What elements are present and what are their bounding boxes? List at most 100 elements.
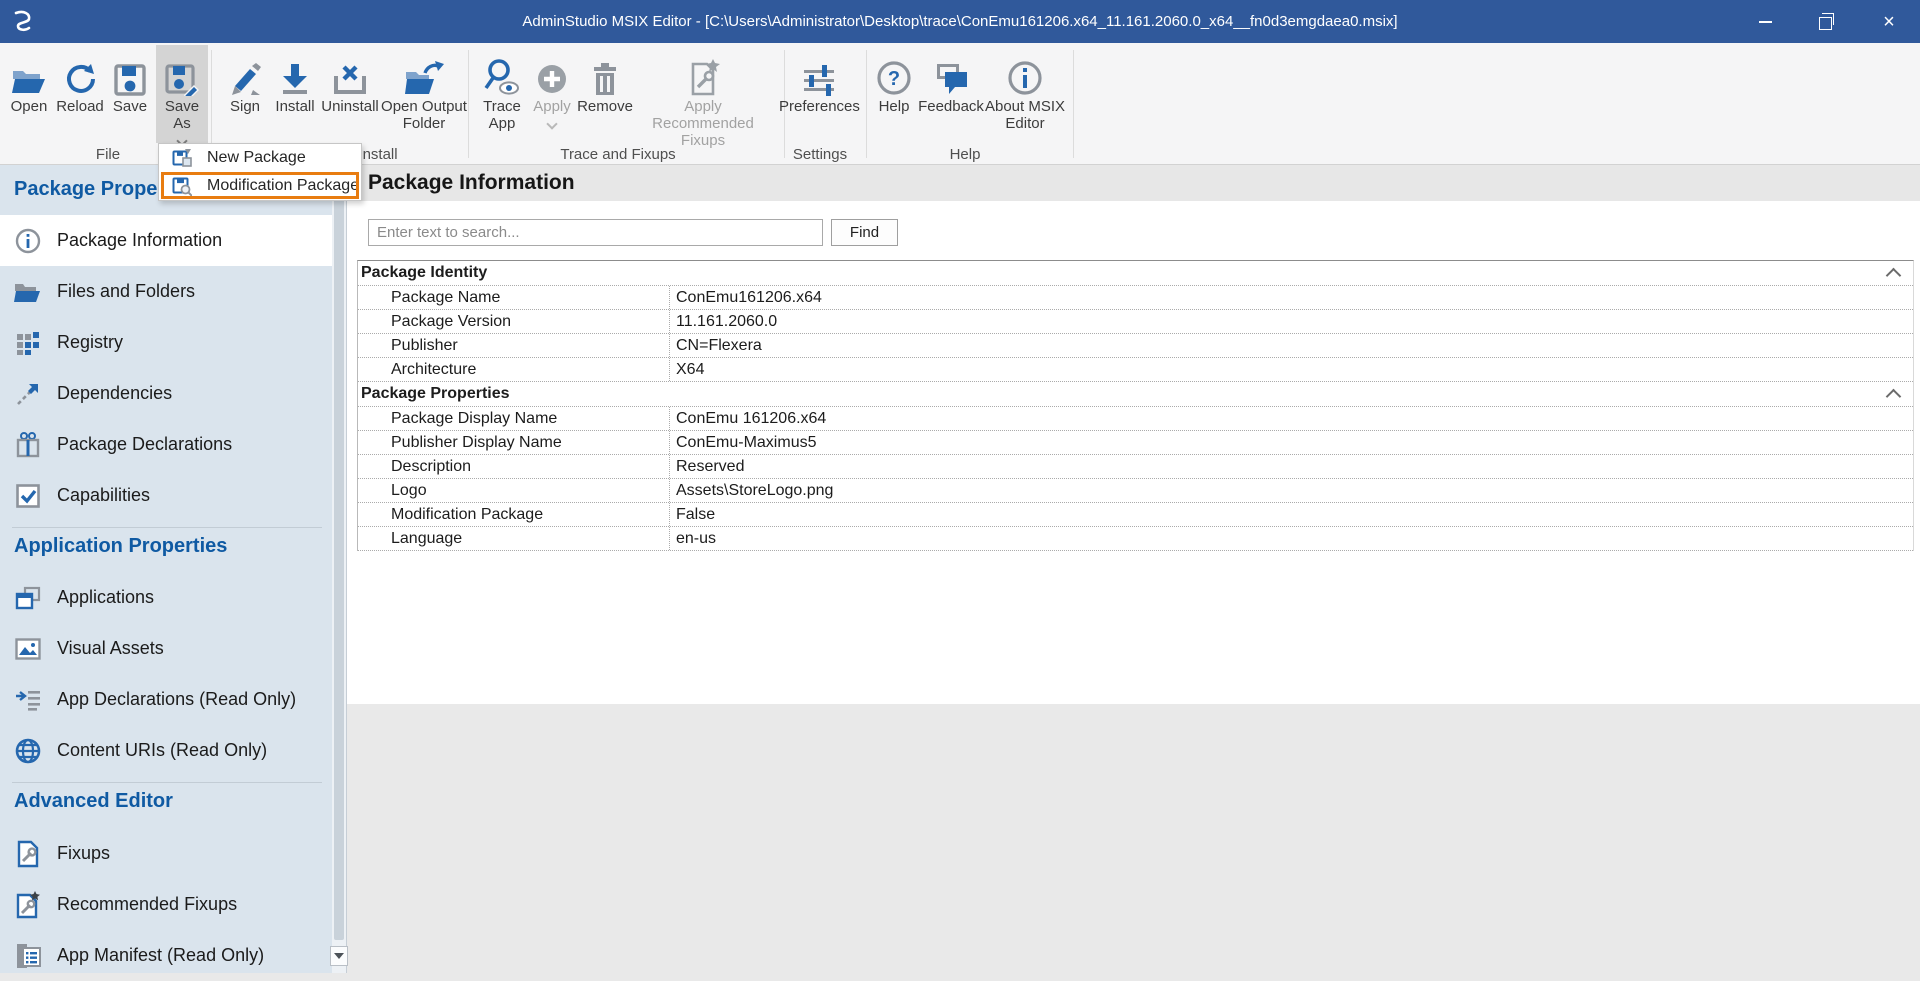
uninstall-button[interactable]: Uninstall <box>319 48 381 115</box>
search-input[interactable] <box>368 219 823 246</box>
open-output-folder-icon <box>377 48 471 98</box>
preferences-sliders-icon <box>779 48 859 98</box>
install-button[interactable]: Install <box>269 48 321 115</box>
fixups-wrench-icon <box>14 840 41 868</box>
feedback-icon <box>918 48 984 98</box>
sidebar-item-app-declarations[interactable]: App Declarations (Read Only) <box>0 674 332 725</box>
ribbon-divider <box>468 50 469 158</box>
table-row-publisher: Publisher CN=Flexera <box>358 334 1913 358</box>
remove-trash-icon <box>576 48 634 98</box>
table-row-modification-package: Modification Package False <box>358 503 1913 527</box>
ribbon-group-settings: Settings <box>793 146 847 163</box>
apply-plus-icon <box>528 48 576 98</box>
minimize-icon <box>1759 21 1772 23</box>
open-output-folder-button[interactable]: Open Output Folder <box>377 48 471 132</box>
table-row-package-version: Package Version 11.161.2060.0 <box>358 310 1913 334</box>
preferences-button[interactable]: Preferences <box>779 48 859 115</box>
sidebar-separator <box>12 782 322 783</box>
sidebar-item-registry[interactable]: Registry <box>0 317 332 368</box>
apply-button[interactable]: Apply <box>528 48 576 132</box>
table-row-package-display-name: Package Display Name ConEmu 161206.x64 <box>358 407 1913 431</box>
help-button[interactable]: ? Help <box>872 48 916 115</box>
ribbon-group-file: File <box>96 146 120 163</box>
globe-icon <box>14 738 41 764</box>
sidebar-scroll-down-button[interactable] <box>330 946 348 966</box>
title-bar: AdminStudio MSIX Editor - [C:\Users\Admi… <box>0 0 1920 43</box>
open-folder-icon <box>6 48 52 98</box>
find-button[interactable]: Find <box>831 219 898 246</box>
sidebar-item-fixups[interactable]: Fixups <box>0 828 332 879</box>
sidebar-item-package-information[interactable]: Package Information <box>0 215 332 266</box>
registry-icon <box>14 331 41 355</box>
sidebar-header-advanced-editor: Advanced Editor <box>14 790 173 813</box>
checkbox-icon <box>14 484 41 508</box>
sidebar-item-files-and-folders[interactable]: Files and Folders <box>0 266 332 317</box>
save-as-icon <box>156 48 208 98</box>
ribbon-group-help: Help <box>950 146 981 163</box>
sidebar-separator <box>12 527 322 528</box>
save-as-dropdown-menu: New Package Modification Package <box>158 143 362 201</box>
ribbon-divider <box>866 50 867 158</box>
restore-button[interactable] <box>1796 0 1858 43</box>
minimize-button[interactable] <box>1734 0 1796 43</box>
menu-item-new-package[interactable]: New Package <box>159 144 361 172</box>
folder-icon <box>14 281 41 303</box>
ribbon-divider <box>1073 50 1074 158</box>
table-row-logo: Logo Assets\StoreLogo.png <box>358 479 1913 503</box>
table-row-architecture: Architecture X64 <box>358 358 1913 382</box>
sidebar-item-visual-assets[interactable]: Visual Assets <box>0 623 332 674</box>
window-title: AdminStudio MSIX Editor - [C:\Users\Admi… <box>0 13 1920 30</box>
page-title: Package Information <box>368 171 575 195</box>
about-info-icon <box>983 48 1067 98</box>
windows-icon <box>14 586 41 610</box>
close-icon: × <box>1883 12 1895 32</box>
new-package-icon <box>171 148 193 168</box>
apply-dropdown-chevron-icon <box>546 118 557 129</box>
sign-button[interactable]: Sign <box>222 48 268 115</box>
install-arrow-icon <box>269 48 321 98</box>
collapse-chevron-icon[interactable] <box>1886 389 1902 405</box>
table-row-publisher-display-name: Publisher Display Name ConEmu-Maximus5 <box>358 431 1913 455</box>
open-button[interactable]: Open <box>6 48 52 115</box>
table-row-package-name: Package Name ConEmu161206.x64 <box>358 286 1913 310</box>
info-icon <box>14 228 41 254</box>
sidebar-item-applications[interactable]: Applications <box>0 572 332 623</box>
image-icon <box>14 638 41 660</box>
sidebar-item-content-uris[interactable]: Content URIs (Read Only) <box>0 725 332 776</box>
help-icon: ? <box>872 48 916 98</box>
content-header: Package Information <box>347 165 1920 201</box>
apply-recommended-fixups-button[interactable]: Apply Recommended Fixups <box>637 48 769 149</box>
sign-pencil-icon <box>222 48 268 98</box>
svg-text:?: ? <box>888 68 900 90</box>
ribbon-divider <box>211 50 212 158</box>
reload-icon <box>56 48 104 98</box>
package-information-table: Package Identity Package Name ConEmu1612… <box>357 260 1914 551</box>
save-button[interactable]: Save <box>108 48 152 115</box>
sidebar-item-dependencies[interactable]: Dependencies <box>0 368 332 419</box>
sidebar-item-capabilities[interactable]: Capabilities <box>0 470 332 521</box>
table-row-language: Language en-us <box>358 527 1913 551</box>
table-row-description: Description Reserved <box>358 455 1913 479</box>
trace-app-button[interactable]: Trace App <box>475 48 529 132</box>
table-section-package-identity[interactable]: Package Identity <box>358 261 1913 286</box>
feedback-button[interactable]: Feedback <box>918 48 984 115</box>
ribbon-group-trace-and-fixups: Trace and Fixups <box>560 146 675 163</box>
menu-item-label: New Package <box>207 149 306 167</box>
sidebar-item-package-declarations[interactable]: Package Declarations <box>0 419 332 470</box>
recommended-fixups-icon <box>637 48 769 98</box>
restore-icon <box>1819 17 1832 30</box>
close-button[interactable]: × <box>1858 0 1920 43</box>
collapse-chevron-icon[interactable] <box>1886 268 1902 284</box>
about-msix-editor-button[interactable]: About MSIX Editor <box>983 48 1067 132</box>
remove-button[interactable]: Remove <box>576 48 634 115</box>
save-icon <box>108 48 152 98</box>
reload-button[interactable]: Reload <box>56 48 104 115</box>
table-section-package-properties[interactable]: Package Properties <box>358 382 1913 407</box>
save-as-button[interactable]: Save As <box>156 48 208 149</box>
sidebar-item-app-manifest[interactable]: App Manifest (Read Only) <box>0 930 332 981</box>
trace-app-icon <box>475 48 529 98</box>
scroll-down-arrow-icon <box>334 953 344 959</box>
sidebar-item-recommended-fixups[interactable]: Recommended Fixups <box>0 879 332 930</box>
sidebar-scrollbar-thumb[interactable] <box>334 170 344 940</box>
ribbon-group-install: Install <box>358 146 397 163</box>
